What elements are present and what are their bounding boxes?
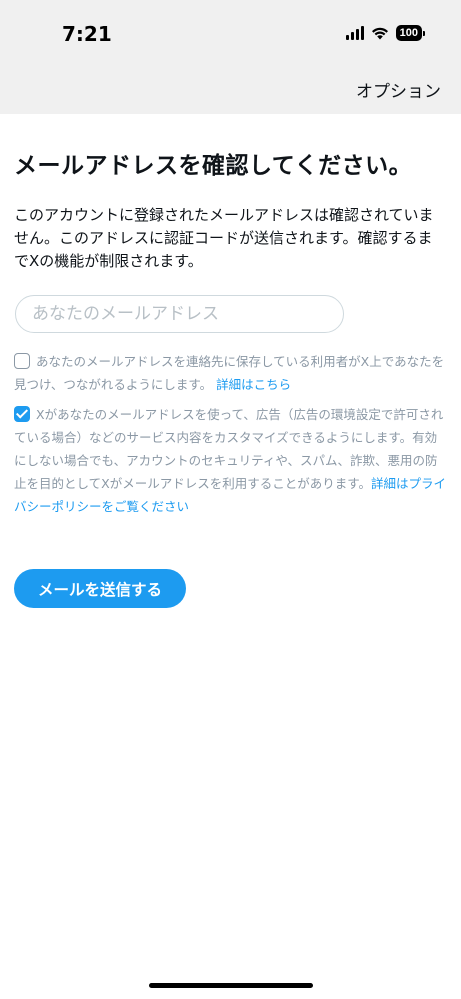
send-email-button[interactable]: メールを送信する	[14, 569, 186, 608]
battery-icon: 100	[395, 25, 425, 41]
learn-more-link[interactable]: 詳細はこちら	[216, 377, 291, 392]
wifi-icon	[371, 26, 389, 40]
screen: 7:21 100 オプション メールアドレスを確認してください。 このアカウント…	[0, 0, 461, 999]
ad-personalization-consent: Xがあなたのメールアドレスを使って、広告（広告の環境設定で許可されている場合）な…	[14, 403, 446, 518]
description-text: このアカウントに登録されたメールアドレスは確認されていません。このアドレスに認証…	[14, 206, 434, 270]
ad-personalization-checkbox[interactable]	[14, 406, 30, 422]
status-time: 7:21	[62, 22, 112, 46]
contact-discovery-checkbox[interactable]	[14, 353, 30, 369]
top-bar: 7:21 100 オプション	[0, 0, 461, 114]
home-indicator	[149, 983, 313, 988]
signal-icon	[345, 26, 364, 40]
status-icons: 100	[345, 25, 425, 41]
page-title: メールアドレスを確認してください。	[14, 153, 413, 179]
battery-level: 100	[395, 25, 422, 41]
contact-discovery-consent: あなたのメールアドレスを連絡先に保存している利用者がX上であなたを見つけ、つなが…	[14, 350, 446, 396]
email-input[interactable]	[15, 295, 344, 333]
options-button[interactable]: オプション	[356, 77, 441, 102]
